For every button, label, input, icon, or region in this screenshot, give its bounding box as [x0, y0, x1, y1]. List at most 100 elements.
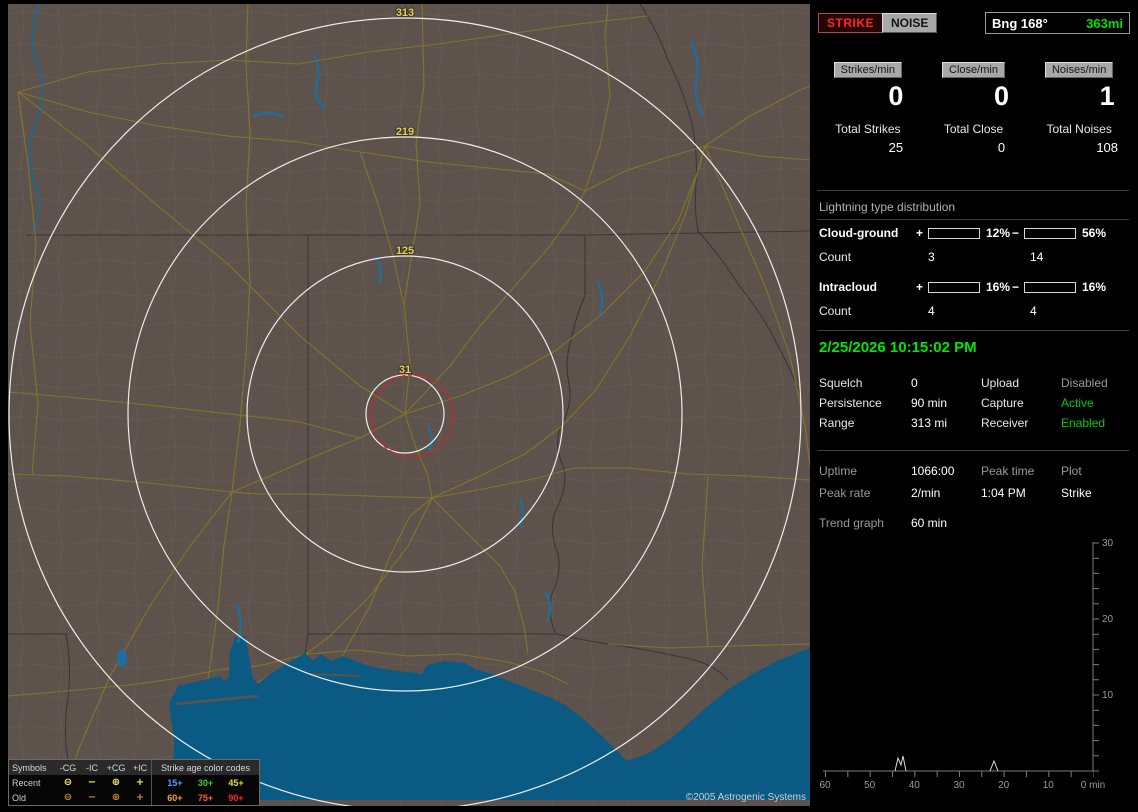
strikes-per-min-value: 0	[888, 81, 904, 111]
old-age-codes: 60+ 75+ 90+	[151, 790, 259, 805]
noises-per-min-chip[interactable]: Noises/min	[1044, 62, 1114, 78]
receiver-label: Receiver	[981, 416, 1029, 430]
squelch-value: 0	[911, 376, 918, 390]
age-code-75: 75+	[197, 792, 214, 803]
age-code-15: 15+	[167, 777, 183, 788]
total-strikes-value: 25	[888, 140, 904, 155]
legend-col-pos-ic: +IC	[132, 762, 148, 773]
old-neg-cg-symbol: ⊖	[63, 792, 73, 803]
cg-plus-percent: 12%	[986, 226, 1011, 240]
bearing-display: Bng 168° 363mi	[985, 12, 1130, 34]
y-tick-10: 10	[1102, 690, 1114, 701]
close-per-min-value: 0	[993, 81, 1010, 111]
strikes-column: Strikes/min 0 Total Strikes 25	[815, 62, 921, 155]
range-value: 313 mi	[911, 416, 948, 430]
strikes-per-min-chip[interactable]: Strikes/min	[833, 62, 903, 78]
settings-row: Persistence 90 min Capture Active	[815, 396, 1132, 412]
plus-sign: +	[916, 280, 924, 294]
total-close-label: Total Close	[943, 122, 1004, 136]
cg-minus-count: 14	[1030, 250, 1044, 264]
age-code-60: 60+	[167, 792, 183, 803]
range-ring-label-125: 125	[396, 245, 414, 257]
legend-old-row: Old ⊖ − ⊕ + 60+ 75+ 90+	[9, 790, 259, 805]
x-tick-30: 30	[953, 780, 965, 791]
capture-status: Active	[1061, 396, 1094, 410]
age-code-45: 45+	[228, 777, 244, 788]
divider	[817, 219, 1129, 220]
recent-neg-ic-symbol: −	[87, 777, 97, 788]
total-noises-label: Total Noises	[1046, 122, 1112, 136]
map-canvas[interactable]: 313 219 125 31	[8, 4, 810, 806]
strike-rate-spike-1	[894, 755, 907, 772]
peak-rate-value: 2/min	[911, 486, 941, 500]
legend-col-neg-ic: -IC	[86, 762, 98, 773]
x-tick-60: 60	[819, 780, 831, 791]
map-panel[interactable]: 313 219 125 31 Symbols -CG -IC +CG +IC S…	[8, 4, 810, 806]
x-tick-10: 10	[1043, 780, 1055, 791]
side-panel: STRIKE NOISE Bng 168° 363mi Strikes/min …	[815, 8, 1132, 808]
total-close-value: 0	[997, 140, 1006, 155]
legend-recent-row: Recent ⊖ − ⊕ + 15+ 30+ 45+	[9, 775, 259, 790]
y-tick-30: 30	[1102, 538, 1114, 549]
intracloud-count-row: Count 4 4	[815, 304, 1132, 320]
receiver-status: Enabled	[1061, 416, 1106, 430]
close-column: Close/min 0 Total Close 0	[921, 62, 1027, 155]
range-label: Range	[819, 416, 855, 430]
legend-header-row: Symbols -CG -IC +CG +IC Strike age color…	[9, 760, 259, 775]
strike-button[interactable]: STRIKE	[818, 13, 884, 33]
upload-status: Disabled	[1061, 376, 1108, 390]
divider	[817, 190, 1129, 191]
intracloud-row: Intracloud + 16% − 16%	[815, 280, 1132, 296]
ic-plus-gauge	[928, 282, 980, 293]
settings-row: Squelch 0 Upload Disabled	[815, 376, 1132, 392]
plus-sign: +	[916, 226, 924, 240]
age-code-30: 30+	[197, 777, 214, 788]
recent-pos-cg-symbol: ⊕	[111, 777, 121, 788]
cloud-ground-count-row: Count 3 14	[815, 250, 1132, 266]
clock-display: 2/25/2026 10:15:02 PM	[819, 339, 977, 356]
legend-age-title: Strike age color codes	[151, 760, 259, 775]
bearing-distance: 363mi	[1086, 15, 1123, 31]
legend-col-neg-cg: -CG	[59, 762, 77, 773]
cloud-ground-label: Cloud-ground	[819, 226, 899, 240]
noise-button[interactable]: NOISE	[882, 13, 938, 33]
minus-sign: −	[1012, 280, 1020, 294]
x-tick-0: 0 min	[1081, 780, 1105, 791]
upload-label: Upload	[981, 376, 1020, 390]
count-label: Count	[819, 250, 852, 264]
persistence-value: 90 min	[911, 396, 948, 410]
legend-old-label: Old	[12, 792, 27, 803]
close-per-min-chip[interactable]: Close/min	[942, 62, 1005, 78]
ic-minus-percent: 16%	[1082, 280, 1107, 294]
ic-plus-count: 4	[928, 304, 935, 318]
ic-minus-count: 4	[1030, 304, 1037, 318]
bearing-label: Bng 168°	[992, 15, 1048, 31]
range-ring-label-219: 219	[396, 126, 414, 138]
cg-plus-gauge	[928, 228, 980, 239]
rate-counters: Strikes/min 0 Total Strikes 25 Close/min…	[815, 62, 1132, 155]
plot-label: Plot	[1061, 464, 1082, 478]
intracloud-label: Intracloud	[819, 280, 878, 294]
divider	[817, 330, 1129, 331]
x-tick-20: 20	[998, 780, 1010, 791]
uptime-label: Uptime	[819, 464, 858, 478]
y-tick-20: 20	[1102, 614, 1114, 625]
recent-age-codes: 15+ 30+ 45+	[151, 775, 259, 790]
range-ring-label-31: 31	[399, 364, 411, 376]
cloud-ground-row: Cloud-ground + 12% − 56%	[815, 226, 1132, 242]
uptime-value: 1066:00	[911, 464, 955, 478]
ic-plus-percent: 16%	[986, 280, 1011, 294]
legend-col-pos-cg: +CG	[106, 762, 126, 773]
old-pos-cg-symbol: ⊕	[111, 792, 121, 803]
cg-minus-gauge	[1024, 228, 1076, 239]
cg-minus-percent: 56%	[1082, 226, 1107, 240]
session-row: Peak rate 2/min 1:04 PM Strike	[815, 486, 1132, 502]
range-ring-label-313: 313	[396, 7, 414, 19]
trend-window-value: 60 min	[911, 516, 948, 530]
divider	[817, 450, 1129, 451]
nexstorm-window: 313 219 125 31 Symbols -CG -IC +CG +IC S…	[0, 0, 1138, 812]
trend-graph-label: Trend graph	[819, 516, 884, 530]
legend-symbols-title: Symbols	[12, 762, 47, 773]
cg-plus-count: 3	[928, 250, 935, 264]
strike-rate-spike-2	[989, 759, 999, 772]
